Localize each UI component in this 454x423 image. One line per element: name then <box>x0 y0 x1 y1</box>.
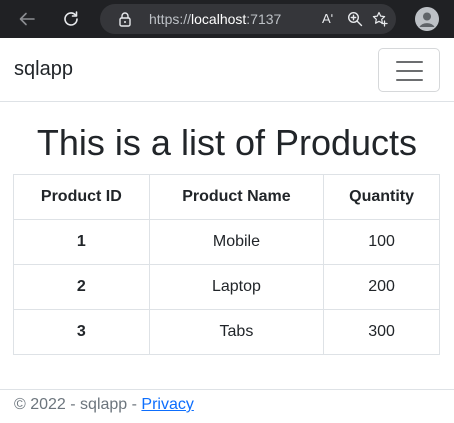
products-table: Product ID Product Name Quantity 1 Mobil… <box>13 174 440 355</box>
add-favorite-icon[interactable] <box>372 11 388 27</box>
footer-text: © 2022 - sqlapp - Privacy <box>14 396 194 414</box>
cell-quantity: 200 <box>323 264 440 310</box>
cell-product-name: Laptop <box>148 264 325 310</box>
read-aloud-icon[interactable]: Aʹ <box>322 11 338 27</box>
hamburger-icon-bar <box>396 79 423 81</box>
cell-product-id: 1 <box>13 219 150 265</box>
arrow-left-icon <box>19 12 35 26</box>
address-bar[interactable]: https://localhost:7137 Aʹ <box>100 4 396 34</box>
zoom-icon[interactable] <box>347 11 363 27</box>
back-button[interactable] <box>15 7 39 31</box>
cell-quantity: 100 <box>323 219 440 265</box>
cell-product-name: Tabs <box>148 309 325 355</box>
reload-button[interactable] <box>59 7 83 31</box>
page-title: This is a list of Products <box>36 122 418 163</box>
browser-toolbar: https://localhost:7137 Aʹ <box>0 0 454 38</box>
cell-product-id: 3 <box>13 309 150 355</box>
privacy-link[interactable]: Privacy <box>141 396 193 413</box>
header-product-name: Product Name <box>148 174 325 220</box>
profile-avatar-icon[interactable] <box>415 7 439 31</box>
table-header-row: Product ID Product Name Quantity <box>13 174 440 220</box>
navbar: sqlapp <box>0 38 454 102</box>
table-row: 3 Tabs 300 <box>13 309 440 355</box>
url-text[interactable]: https://localhost:7137 <box>149 11 281 27</box>
header-product-id: Product ID <box>13 174 150 220</box>
url-scheme: https:// <box>149 11 192 27</box>
reload-icon <box>64 11 78 26</box>
cell-quantity: 300 <box>323 309 440 355</box>
footer: © 2022 - sqlapp - Privacy <box>0 389 454 423</box>
navbar-brand[interactable]: sqlapp <box>14 58 73 81</box>
hamburger-icon-bar <box>396 70 423 72</box>
cell-product-name: Mobile <box>148 219 325 265</box>
person-icon <box>415 7 439 31</box>
cell-product-id: 2 <box>13 264 150 310</box>
table-row: 1 Mobile 100 <box>13 219 440 265</box>
hamburger-icon-bar <box>396 61 423 63</box>
header-quantity: Quantity <box>323 174 440 220</box>
lock-icon[interactable] <box>117 11 133 27</box>
navbar-toggler-button[interactable] <box>378 48 440 92</box>
url-host: localhost <box>191 11 247 27</box>
copyright-text: © 2022 - sqlapp - <box>14 396 142 413</box>
url-port: :7137 <box>246 11 282 27</box>
table-row: 2 Laptop 200 <box>13 264 440 310</box>
